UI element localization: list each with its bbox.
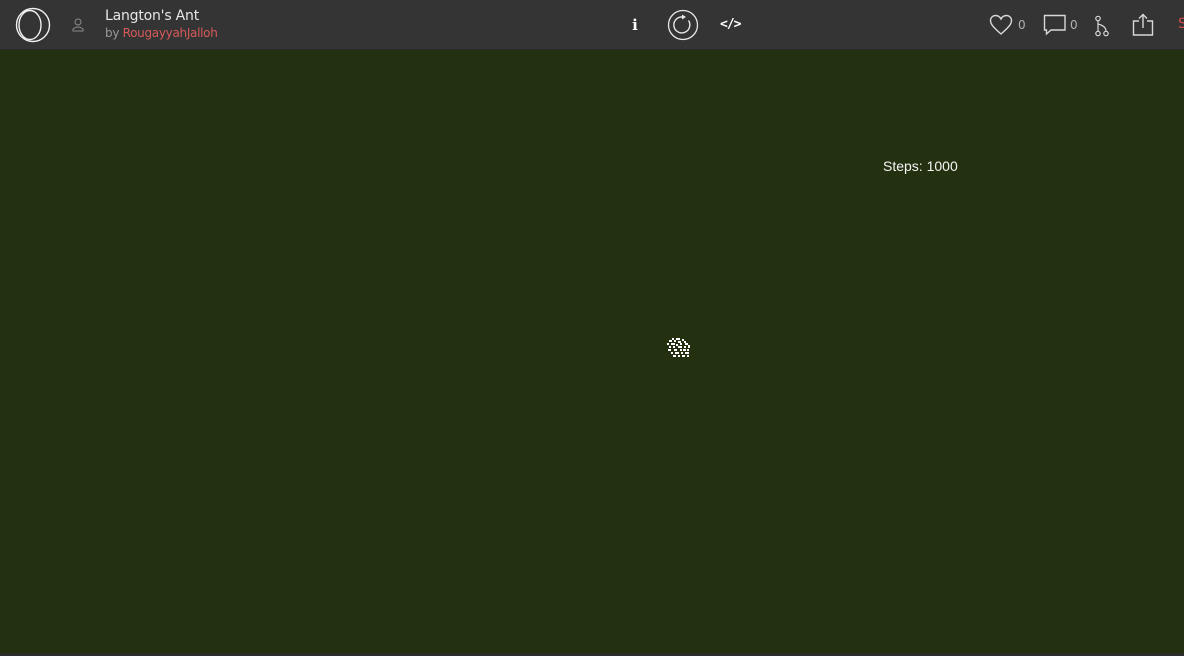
top-bar: Langton's Ant by RougayyahJalloh i </> 0… xyxy=(0,0,1184,50)
comment-icon xyxy=(1043,14,1066,36)
like-button[interactable]: 0 xyxy=(989,14,1029,36)
author-link[interactable]: RougayyahJalloh xyxy=(123,26,218,40)
heart-icon xyxy=(989,14,1013,35)
sketch-title: Langton's Ant xyxy=(105,8,199,24)
share-icon[interactable] xyxy=(1131,13,1155,37)
user-icon[interactable] xyxy=(71,17,85,33)
comment-count: 0 xyxy=(1070,18,1078,32)
comment-button[interactable]: 0 xyxy=(1043,14,1083,36)
info-icon[interactable]: i xyxy=(628,15,642,35)
byline: by RougayyahJalloh xyxy=(105,25,218,42)
sketch-title-block: Langton's Ant by RougayyahJalloh xyxy=(105,8,218,42)
logo-icon[interactable] xyxy=(14,7,52,43)
sketch-canvas[interactable]: Steps: 1000 xyxy=(0,51,1184,653)
steps-counter: Steps: 1000 xyxy=(883,158,958,174)
edge-link[interactable]: S xyxy=(1178,16,1184,32)
fork-icon[interactable] xyxy=(1094,15,1110,37)
byline-prefix: by xyxy=(105,26,123,40)
reload-icon[interactable] xyxy=(667,9,699,41)
ant-trail-pattern xyxy=(667,338,690,357)
code-icon[interactable]: </> xyxy=(720,15,742,35)
like-count: 0 xyxy=(1018,18,1026,32)
